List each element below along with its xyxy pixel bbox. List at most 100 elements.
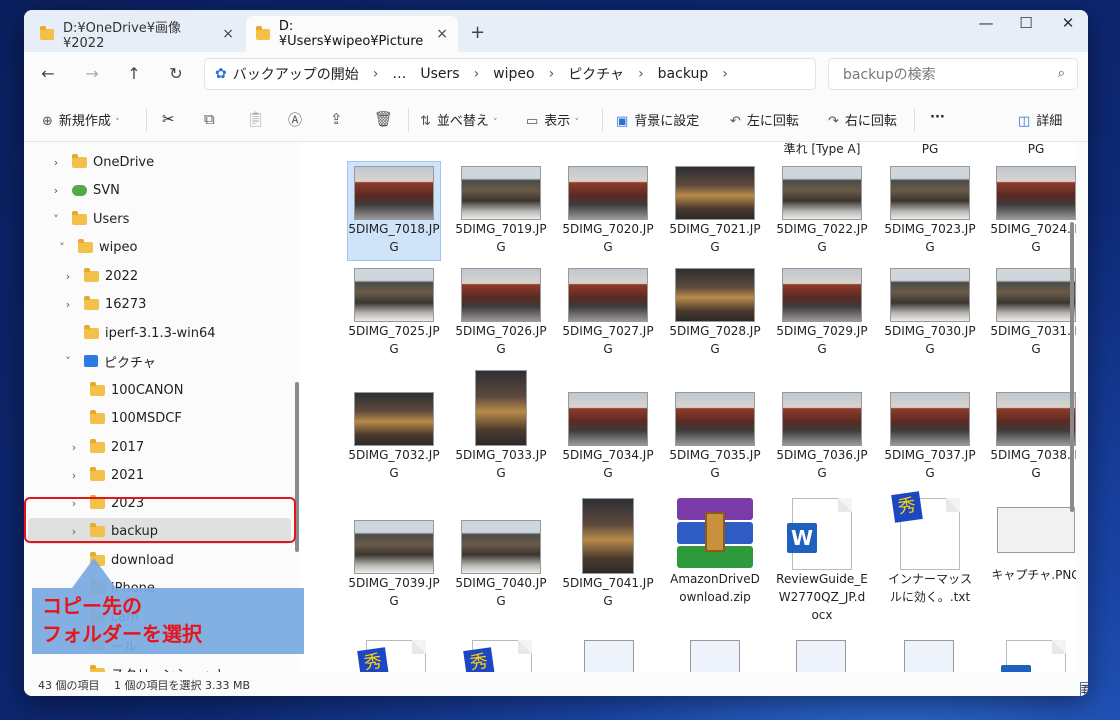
file-item[interactable]: 5DIMG_7041.JPG [562,494,654,610]
sidebar-item-2021[interactable]: › 2021 [68,462,144,488]
sidebar-item-onedrive[interactable]: › OneDrive [50,149,154,175]
document-thumbnail[interactable] [584,640,634,672]
breadcrumb-item[interactable]: バックアップの開始 [233,64,359,84]
file-item[interactable]: 5DIMG_7020.JPG [562,162,654,256]
paste-icon[interactable]: 📋︎ [246,110,265,128]
rotate-left-button[interactable]: ↶ 左に回転 [730,110,799,129]
callout-pointer [72,558,116,588]
file-item[interactable]: AmazonDriveDownload.zip [669,494,761,606]
file-item[interactable]: 5DIMG_7030.JPG [884,264,976,358]
view-button[interactable]: ▭ 表示 ˅ [526,110,579,129]
forward-button[interactable]: → [80,64,104,83]
sidebar-item-16273[interactable]: › 16273 [62,291,146,317]
minimize-button[interactable]: — [968,14,1004,32]
chevron-right-icon[interactable]: › [50,156,62,169]
chevron-right-icon[interactable]: › [62,270,74,283]
file-item[interactable]: 5DIMG_7038.JPG [990,366,1076,482]
folder-icon [90,381,105,396]
chevron-right-icon[interactable]: › [50,184,62,197]
hidemaru-text-icon[interactable]: 秀 [463,640,532,672]
close-button[interactable]: ✕ [1050,14,1086,32]
address-bar[interactable]: ✿ バックアップの開始 › … Users › wipeo › ピクチャ › b… [204,58,816,90]
file-item[interactable]: 5DIMG_7040.JPG [455,494,547,610]
new-button[interactable]: ⊕ 新規作成 ˅ [42,110,120,129]
file-item[interactable]: 5DIMG_7034.JPG [562,366,654,482]
chevron-down-icon[interactable]: ˅ [50,213,62,226]
chevron-right-icon[interactable]: › [62,298,74,311]
sidebar-item-svn[interactable]: › SVN [50,177,120,203]
sidebar-item-100msdcf[interactable]: 100MSDCF [90,405,182,431]
file-item[interactable]: 5DIMG_7031.JPG [990,264,1076,358]
details-button[interactable]: ◫ 詳細 [1018,110,1062,129]
file-item[interactable]: 5DIMG_7032.JPG [348,366,440,482]
file-item[interactable]: 5DIMG_7024.JPG [990,162,1076,256]
file-item[interactable]: 5DIMG_7021.JPG [669,162,761,256]
file-item[interactable]: 5DIMG_7025.JPG [348,264,440,358]
search-input[interactable]: backupの検索 ⌕ [828,58,1078,90]
file-item[interactable]: 5DIMG_7027.JPG [562,264,654,358]
file-item[interactable]: 5DIMG_7028.JPG [669,264,761,358]
chevron-right-icon: › [638,66,644,82]
file-item[interactable]: 5DIMG_7036.JPG [776,366,868,482]
large-icons-view-icon[interactable]: ▢ [1080,682,1088,696]
file-item[interactable]: 5DIMG_7018.JPG [347,161,441,261]
file-item[interactable]: キャプチャ.PNG [990,494,1076,584]
tab-onedrive-2022[interactable]: D:¥OneDrive¥画像¥2022 × [30,16,244,52]
maximize-button[interactable]: ☐ [1008,14,1044,32]
back-button[interactable]: ← [36,64,60,83]
address-row: ← → ↑ ↻ ✿ バックアップの開始 › … Users › wipeo › … [24,52,1088,98]
rotate-right-button[interactable]: ↷ 右に回転 [828,110,897,129]
file-item[interactable]: 5DIMG_7033.JPG [455,366,547,482]
refresh-button[interactable]: ↻ [164,64,188,83]
more-button[interactable]: ··· [930,110,945,125]
file-item[interactable]: W ReviewGuide_EW2770QZ_JP.docx [776,494,868,624]
breadcrumb-item[interactable]: Users [420,66,459,82]
delete-icon[interactable]: 🗑︎ [374,110,393,128]
sidebar-item-100canon[interactable]: 100CANON [90,377,183,403]
folder-icon [90,466,105,481]
file-item[interactable]: 5DIMG_7022.JPG [776,162,868,256]
sort-button[interactable]: ⇅ 並べ替え ˅ [420,110,498,129]
search-icon[interactable]: ⌕ [1058,66,1065,81]
word-document-icon[interactable]: W [1001,640,1066,672]
breadcrumb-item[interactable]: … [392,66,406,82]
sidebar-item-wipeo[interactable]: ˅ wipeo [56,234,137,260]
sidebar-item-screenshots[interactable]: スクリーンショット [90,660,227,672]
file-item[interactable]: 5DIMG_7037.JPG [884,366,976,482]
file-item[interactable]: 5DIMG_7039.JPG [348,494,440,610]
tab-close-button[interactable]: × [222,26,234,42]
chevron-right-icon[interactable]: › [722,66,728,82]
sidebar-item-iperf[interactable]: iperf-3.1.3-win64 [84,320,216,346]
new-tab-button[interactable]: + [470,22,485,43]
chevron-down-icon[interactable]: ˅ [62,355,74,368]
breadcrumb-item[interactable]: wipeo [493,66,534,82]
file-item[interactable]: 5DIMG_7035.JPG [669,366,761,482]
sidebar-item-2017[interactable]: › 2017 [68,434,144,460]
document-thumbnail[interactable] [690,640,740,672]
document-thumbnail[interactable] [796,640,846,672]
file-item[interactable]: 5DIMG_7026.JPG [455,264,547,358]
cut-icon[interactable]: ✂ [162,110,175,128]
hidemaru-text-icon[interactable]: 秀 [357,640,426,672]
set-background-button[interactable]: ▣ 背景に設定 [616,110,699,129]
file-item[interactable]: 5DIMG_7019.JPG [455,162,547,256]
chevron-down-icon[interactable]: ˅ [56,241,68,254]
sidebar-item-users[interactable]: ˅ Users [50,206,129,232]
file-item[interactable]: 秀 インナーマッスルに効く。.txt [884,491,976,606]
chevron-right-icon[interactable]: › [68,441,80,454]
file-item[interactable]: 5DIMG_7029.JPG [776,264,868,358]
content-scrollbar[interactable] [1070,222,1074,512]
breadcrumb-item[interactable]: backup [658,66,709,82]
file-item[interactable]: 5DIMG_7023.JPG [884,162,976,256]
chevron-right-icon[interactable]: › [68,469,80,482]
share-icon[interactable]: ⇪ [330,110,343,128]
copy-icon[interactable]: ⧉ [204,110,215,128]
tab-close-button[interactable]: × [436,26,448,42]
tab-pictures[interactable]: D:¥Users¥wipeo¥Picture × [246,16,458,52]
sidebar-item-pictures[interactable]: ˅ ピクチャ [62,348,156,374]
breadcrumb-item[interactable]: ピクチャ [568,64,624,84]
sidebar-item-2022[interactable]: › 2022 [62,263,138,289]
document-thumbnail[interactable] [904,640,954,672]
up-button[interactable]: ↑ [122,64,146,83]
rename-icon[interactable]: Ⓐ [288,110,302,130]
